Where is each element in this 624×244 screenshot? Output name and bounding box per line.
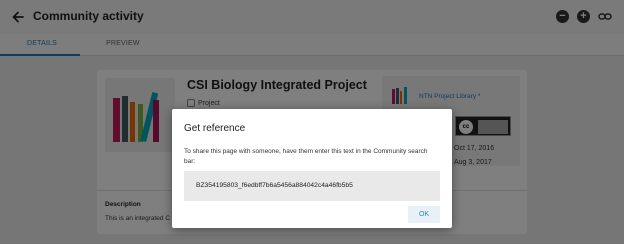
reference-text[interactable]: BZ354195803_f6edbff7b6a5456a884042c4a46f… <box>196 182 353 189</box>
dialog-message: To share this page with someone, have th… <box>184 148 428 165</box>
reference-box: BZ354195803_f6edbff7b6a5456a884042c4a46f… <box>184 171 440 201</box>
ok-button[interactable]: OK <box>408 206 440 223</box>
get-reference-dialog: Get reference To share this page with so… <box>172 109 452 228</box>
dialog-title: Get reference <box>184 123 246 134</box>
